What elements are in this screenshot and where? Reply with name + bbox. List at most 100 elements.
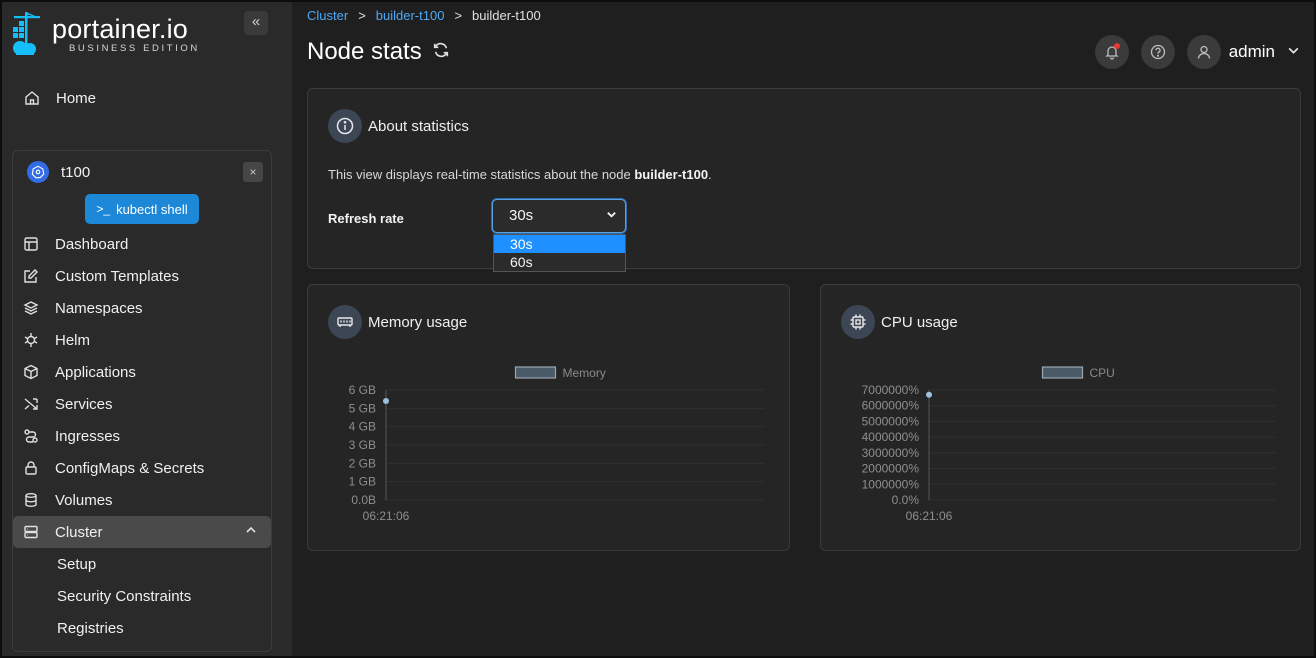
cpu-usage-card: CPU usage CPU 7000000% 6000000% 5000000% 400… bbox=[820, 284, 1301, 551]
portainer-crane-icon bbox=[13, 12, 40, 55]
sidebar-subitem-security-constraints[interactable]: Security Constraints bbox=[13, 580, 271, 612]
user-menu[interactable]: admin bbox=[1186, 35, 1300, 69]
chevron-down-icon bbox=[606, 201, 617, 233]
refresh-icon[interactable] bbox=[432, 41, 450, 64]
notification-dot bbox=[1113, 43, 1120, 49]
data-point bbox=[926, 391, 932, 398]
page-title: Node stats bbox=[307, 38, 450, 66]
chevron-down-icon bbox=[1287, 44, 1300, 60]
kubernetes-icon bbox=[27, 161, 49, 183]
kubectl-shell-label: kubectl shell bbox=[116, 201, 188, 217]
sidebar-item-label: Services bbox=[55, 395, 113, 413]
refresh-rate-select[interactable]: 30s bbox=[492, 199, 626, 233]
description-text: This view displays real-time statistics … bbox=[328, 167, 635, 182]
dropdown-option-60s[interactable]: 60s bbox=[494, 253, 625, 271]
y-tick-label: 2000000% bbox=[862, 462, 920, 476]
legend-label: Memory bbox=[563, 366, 606, 380]
breadcrumb-node-link[interactable]: builder-t100 bbox=[376, 8, 445, 23]
shuffle-icon bbox=[23, 396, 39, 412]
about-statistics-card: About statistics This view displays real… bbox=[307, 88, 1301, 272]
sidebar-item-custom-templates[interactable]: Custom Templates bbox=[13, 260, 271, 292]
kubectl-shell-button[interactable]: >_ kubectl shell bbox=[85, 194, 199, 224]
x-tick-label: 06:21:06 bbox=[363, 509, 410, 523]
sidebar-subitem-registries[interactable]: Registries bbox=[13, 612, 271, 644]
main-content: Cluster > builder-t100 > builder-t100 No… bbox=[292, 0, 1316, 658]
legend-label: CPU bbox=[1090, 366, 1115, 380]
sidebar-item-volumes[interactable]: Volumes bbox=[13, 484, 271, 516]
breadcrumb-cluster-link[interactable]: Cluster bbox=[307, 8, 348, 23]
avatar bbox=[1186, 35, 1221, 69]
close-environment-button[interactable]: × bbox=[243, 162, 263, 182]
brand-name: portainer.io bbox=[52, 14, 188, 44]
sidebar-item-helm[interactable]: Helm bbox=[13, 324, 271, 356]
sidebar-item-label: Namespaces bbox=[55, 299, 143, 317]
user-icon bbox=[1197, 45, 1210, 59]
y-tick-label: 4 GB bbox=[349, 420, 376, 434]
sidebar-item-services[interactable]: Services bbox=[13, 388, 271, 420]
sidebar-item-label: Home bbox=[56, 89, 97, 107]
y-tick-label: 6000000% bbox=[862, 399, 920, 413]
sidebar-item-dashboard[interactable]: Dashboard bbox=[13, 228, 271, 260]
y-tick-label: 3 GB bbox=[349, 438, 376, 452]
description-end: . bbox=[708, 167, 712, 182]
cpu-icon bbox=[841, 305, 875, 339]
sidebar-item-label: ConfigMaps & Secrets bbox=[55, 459, 205, 477]
memory-usage-card: Memory usage Memory 6 GB 5 GB 4 GB 3 GB 2 GB 1… bbox=[307, 284, 790, 551]
lock-icon bbox=[23, 460, 39, 476]
sidebar-item-label: Helm bbox=[55, 331, 91, 349]
y-tick-label: 0.0B bbox=[351, 493, 376, 507]
notifications-button[interactable] bbox=[1094, 35, 1129, 69]
legend-swatch bbox=[1041, 366, 1084, 379]
sidebar-item-label: Custom Templates bbox=[55, 267, 179, 285]
page-title-text: Node stats bbox=[307, 38, 422, 65]
database-icon bbox=[23, 492, 39, 508]
node-name: builder-t100 bbox=[634, 167, 709, 182]
y-tick-label: 4000000% bbox=[862, 430, 920, 444]
y-tick-label: 2 GB bbox=[349, 456, 376, 470]
dropdown-option-30s[interactable]: 30s bbox=[494, 235, 625, 253]
card-header: Memory usage bbox=[328, 305, 467, 339]
sidebar-item-namespaces[interactable]: Namespaces bbox=[13, 292, 271, 324]
y-tick-label: 1000000% bbox=[862, 477, 920, 491]
sidebar-item-cluster[interactable]: Cluster bbox=[13, 516, 271, 548]
help-button[interactable] bbox=[1140, 35, 1175, 69]
sidebar-item-home[interactable]: Home bbox=[14, 84, 272, 112]
edit-icon bbox=[23, 268, 39, 284]
breadcrumb-current: builder-t100 bbox=[472, 8, 541, 23]
collapse-sidebar-button[interactable]: « bbox=[244, 11, 268, 35]
y-tick-label: 6 GB bbox=[349, 383, 376, 397]
helm-icon bbox=[23, 332, 39, 348]
y-tick-label: 3000000% bbox=[862, 446, 920, 460]
help-icon bbox=[1150, 44, 1165, 60]
home-icon bbox=[24, 90, 40, 106]
breadcrumb-separator: > bbox=[358, 8, 366, 23]
sidebar-item-label: Applications bbox=[55, 363, 136, 381]
refresh-rate-label: Refresh rate bbox=[328, 211, 404, 226]
sidebar-item-label: Volumes bbox=[55, 491, 113, 509]
terminal-icon: >_ bbox=[96, 202, 111, 216]
sidebar-item-configmaps-secrets[interactable]: ConfigMaps & Secrets bbox=[13, 452, 271, 484]
x-tick-label: 06:21:06 bbox=[906, 509, 953, 523]
chevron-up-icon[interactable] bbox=[245, 524, 257, 539]
sidebar-subitem-setup[interactable]: Setup bbox=[13, 548, 271, 580]
user-name: admin bbox=[1228, 42, 1275, 61]
y-tick-label: 5 GB bbox=[349, 401, 376, 415]
info-icon bbox=[328, 109, 362, 143]
layout-icon bbox=[23, 236, 39, 252]
selected-value: 30s bbox=[509, 207, 534, 224]
sidebar-item-applications[interactable]: Applications bbox=[13, 356, 271, 388]
sidebar-item-label: Ingresses bbox=[55, 427, 121, 445]
card-header: CPU usage bbox=[841, 305, 958, 339]
memory-chart: Memory 6 GB 5 GB 4 GB 3 GB 2 GB 1 GB 0.0B 06:21:… bbox=[349, 366, 765, 523]
environment-name: t100 bbox=[61, 163, 91, 181]
portainer-logo[interactable]: portainer.io BUSINESS EDITION bbox=[10, 10, 230, 60]
about-description: This view displays real-time statistics … bbox=[328, 167, 712, 182]
sidebar: portainer.io BUSINESS EDITION « Home t10… bbox=[0, 0, 292, 658]
legend-swatch bbox=[514, 366, 557, 379]
card-title: About statistics bbox=[368, 117, 469, 135]
refresh-rate-dropdown: 30s 60s bbox=[493, 234, 626, 272]
sidebar-item-ingresses[interactable]: Ingresses bbox=[13, 420, 271, 452]
y-tick-label: 0.0% bbox=[892, 493, 920, 507]
y-tick-label: 7000000% bbox=[862, 383, 920, 397]
header-actions: admin bbox=[1094, 35, 1300, 69]
